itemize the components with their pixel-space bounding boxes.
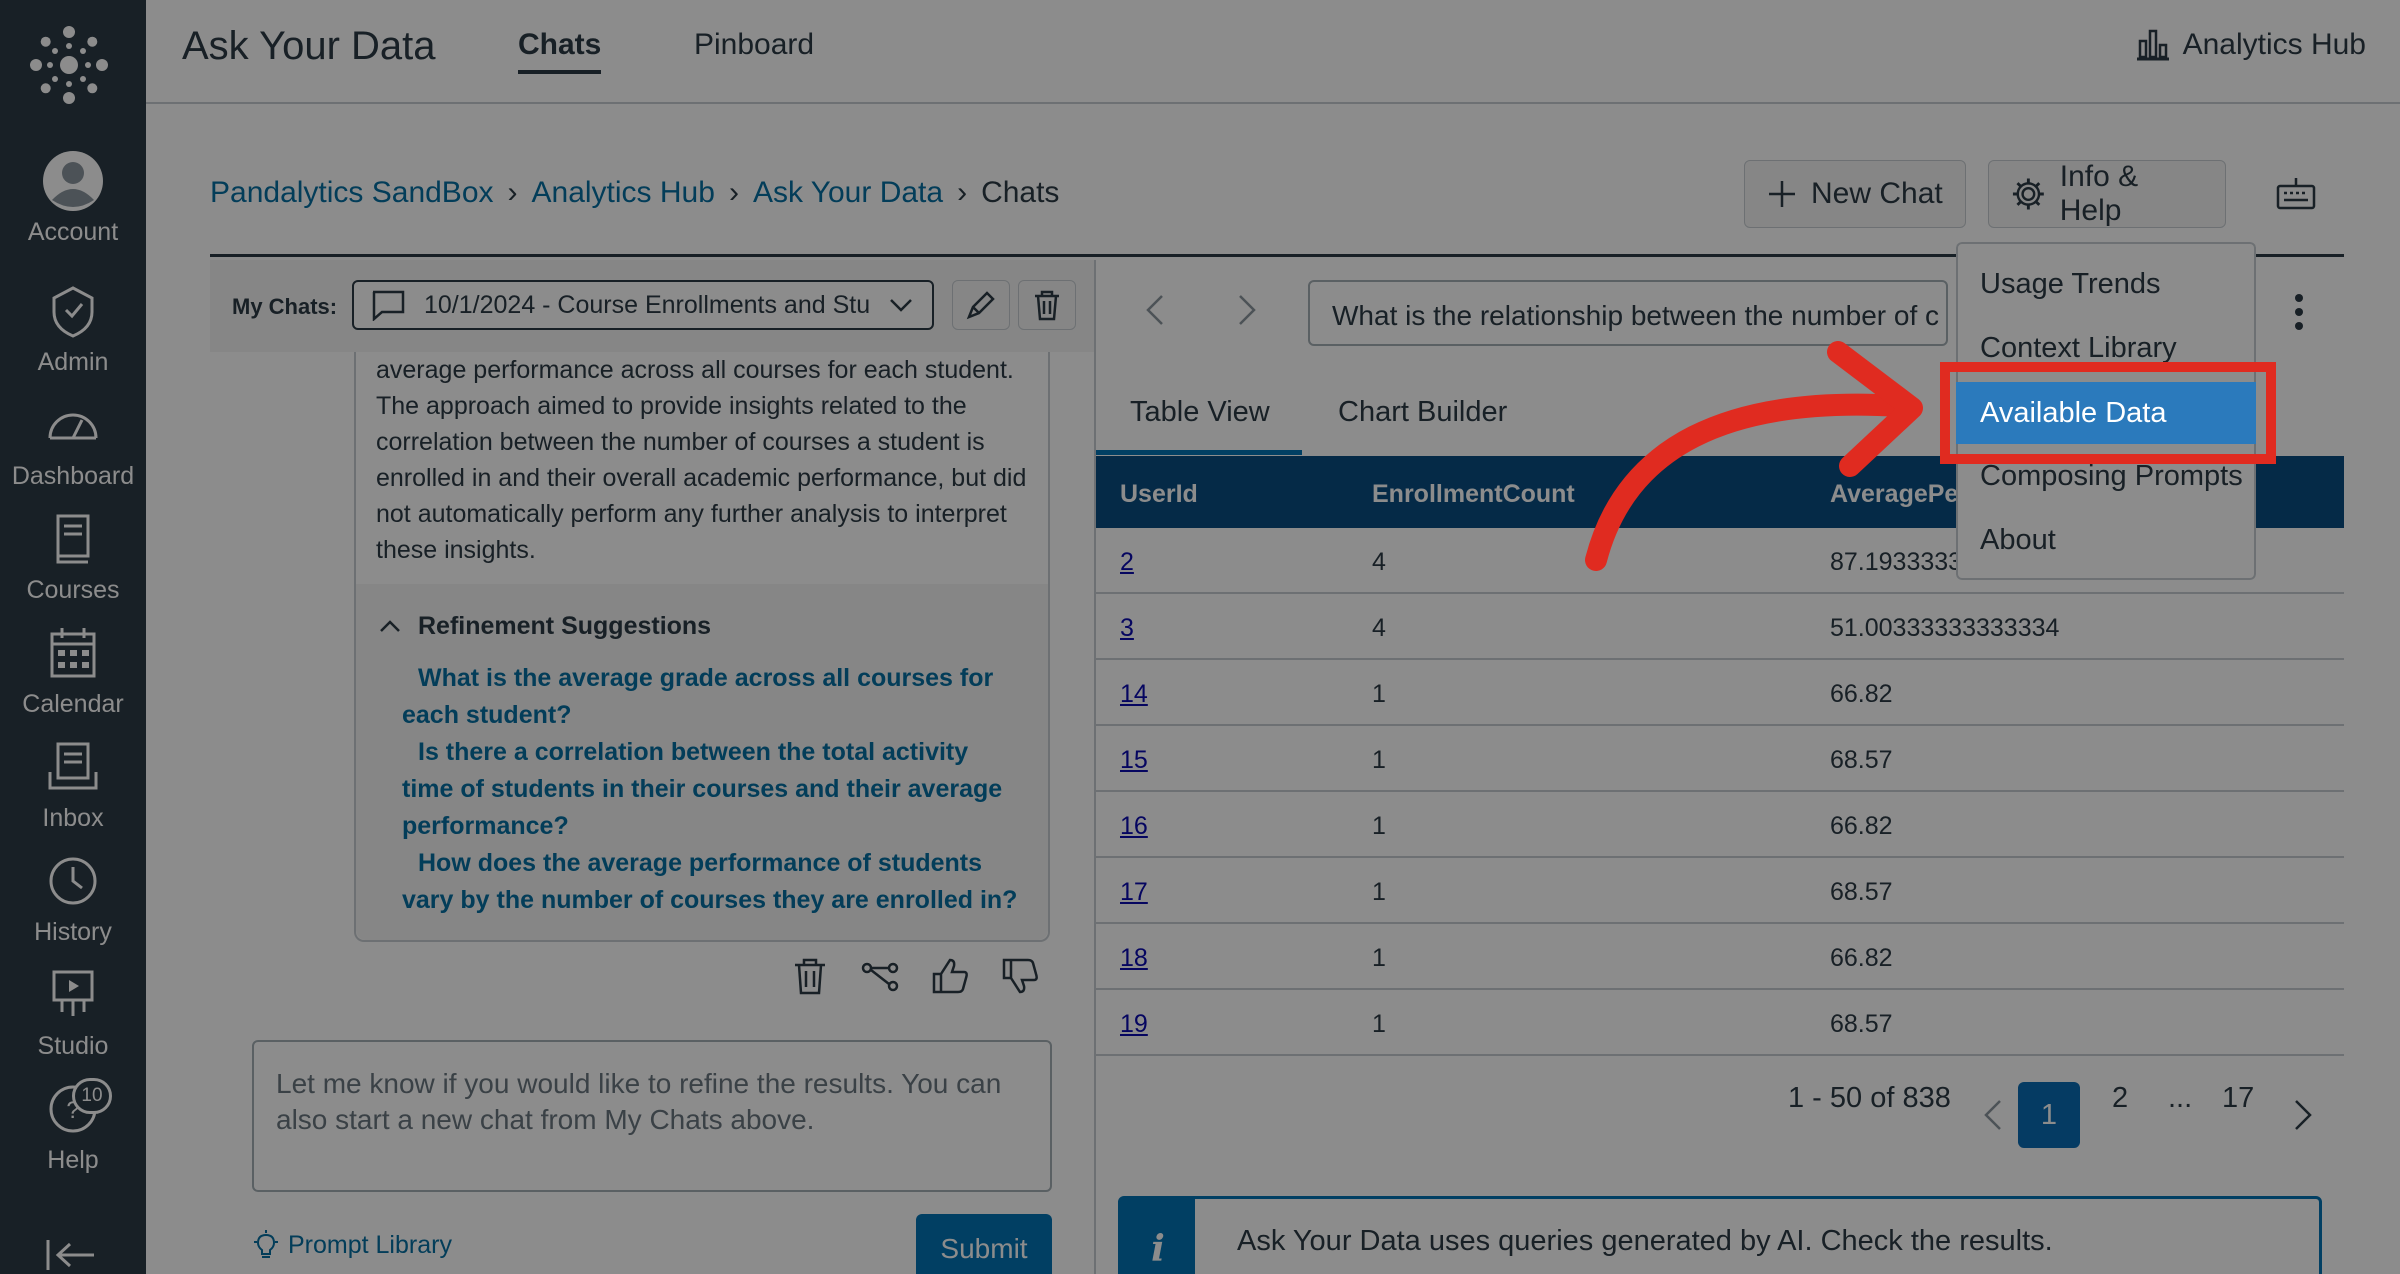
- annotation-arrow-icon: [1585, 341, 1923, 571]
- screen-dim-overlay: [0, 0, 2400, 1274]
- highlight-outline: [1940, 362, 2276, 464]
